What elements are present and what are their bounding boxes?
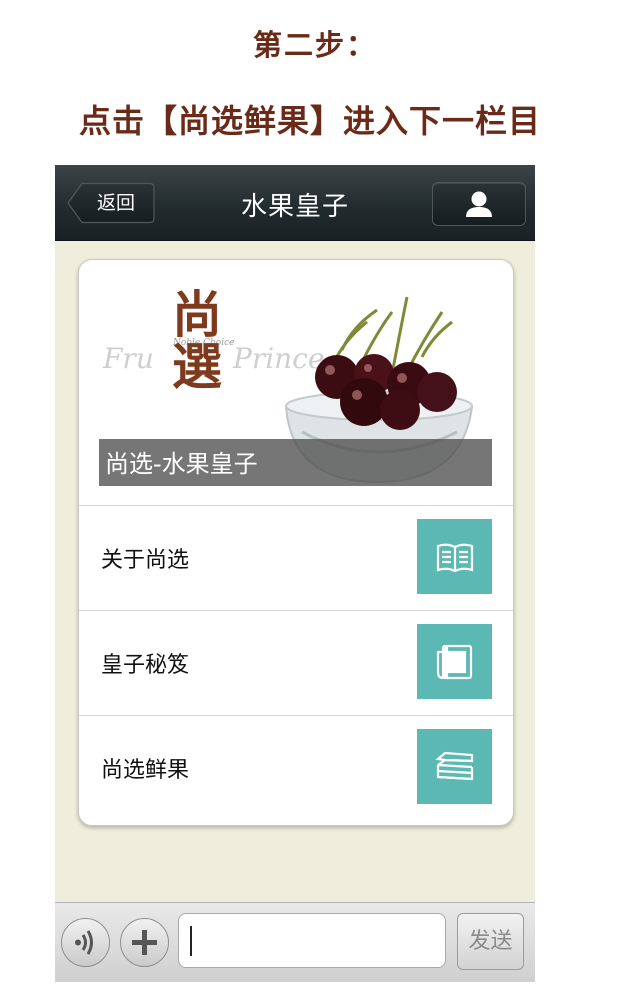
menu-item-tile bbox=[417, 519, 492, 594]
voice-button[interactable] bbox=[61, 918, 110, 967]
message-input[interactable] bbox=[178, 913, 446, 968]
banner[interactable]: Fru Noble Choice Prince 尚選 尚选-水果皇子 bbox=[99, 282, 492, 486]
navbar: 返回 水果皇子 bbox=[55, 165, 535, 241]
menu-item-label: 尚选鲜果 bbox=[101, 758, 190, 783]
text-caret bbox=[190, 926, 192, 956]
brand-logo: 尚選 bbox=[172, 285, 222, 396]
stacked-papers-icon bbox=[435, 751, 474, 781]
send-button[interactable]: 发送 bbox=[457, 913, 524, 970]
phone-screen: 返回 水果皇子 Fru Noble Choice Prince 尚選 尚选-水果… bbox=[55, 165, 535, 982]
menu-item-about[interactable]: 关于尚选 bbox=[79, 505, 513, 610]
menu-item-secrets[interactable]: 皇子秘笈 bbox=[79, 610, 513, 715]
plus-button[interactable] bbox=[120, 918, 169, 967]
voice-icon bbox=[75, 930, 93, 955]
menu-item-label: 皇子秘笈 bbox=[101, 653, 190, 678]
user-icon bbox=[466, 191, 492, 217]
menu-item-tile bbox=[417, 729, 492, 804]
banner-caption: 尚选-水果皇子 bbox=[99, 439, 492, 486]
menu-item-label: 关于尚选 bbox=[101, 548, 190, 573]
plus-icon bbox=[132, 930, 157, 955]
logo-script-left: Fru bbox=[103, 342, 154, 375]
menu-item-tile bbox=[417, 624, 492, 699]
menu-item-fresh-fruit[interactable]: 尚选鲜果 bbox=[79, 715, 513, 820]
instruction-step: 第二步： bbox=[252, 28, 377, 62]
notebook-icon bbox=[436, 644, 473, 680]
profile-button[interactable] bbox=[432, 182, 526, 226]
instruction-action: 点击【尚选鲜果】进入下一栏目 bbox=[78, 102, 541, 140]
open-book-icon bbox=[436, 543, 474, 573]
menu-card: Fru Noble Choice Prince 尚選 尚选-水果皇子 关于尚选 … bbox=[78, 259, 514, 826]
input-bar: 发送 bbox=[55, 902, 535, 982]
